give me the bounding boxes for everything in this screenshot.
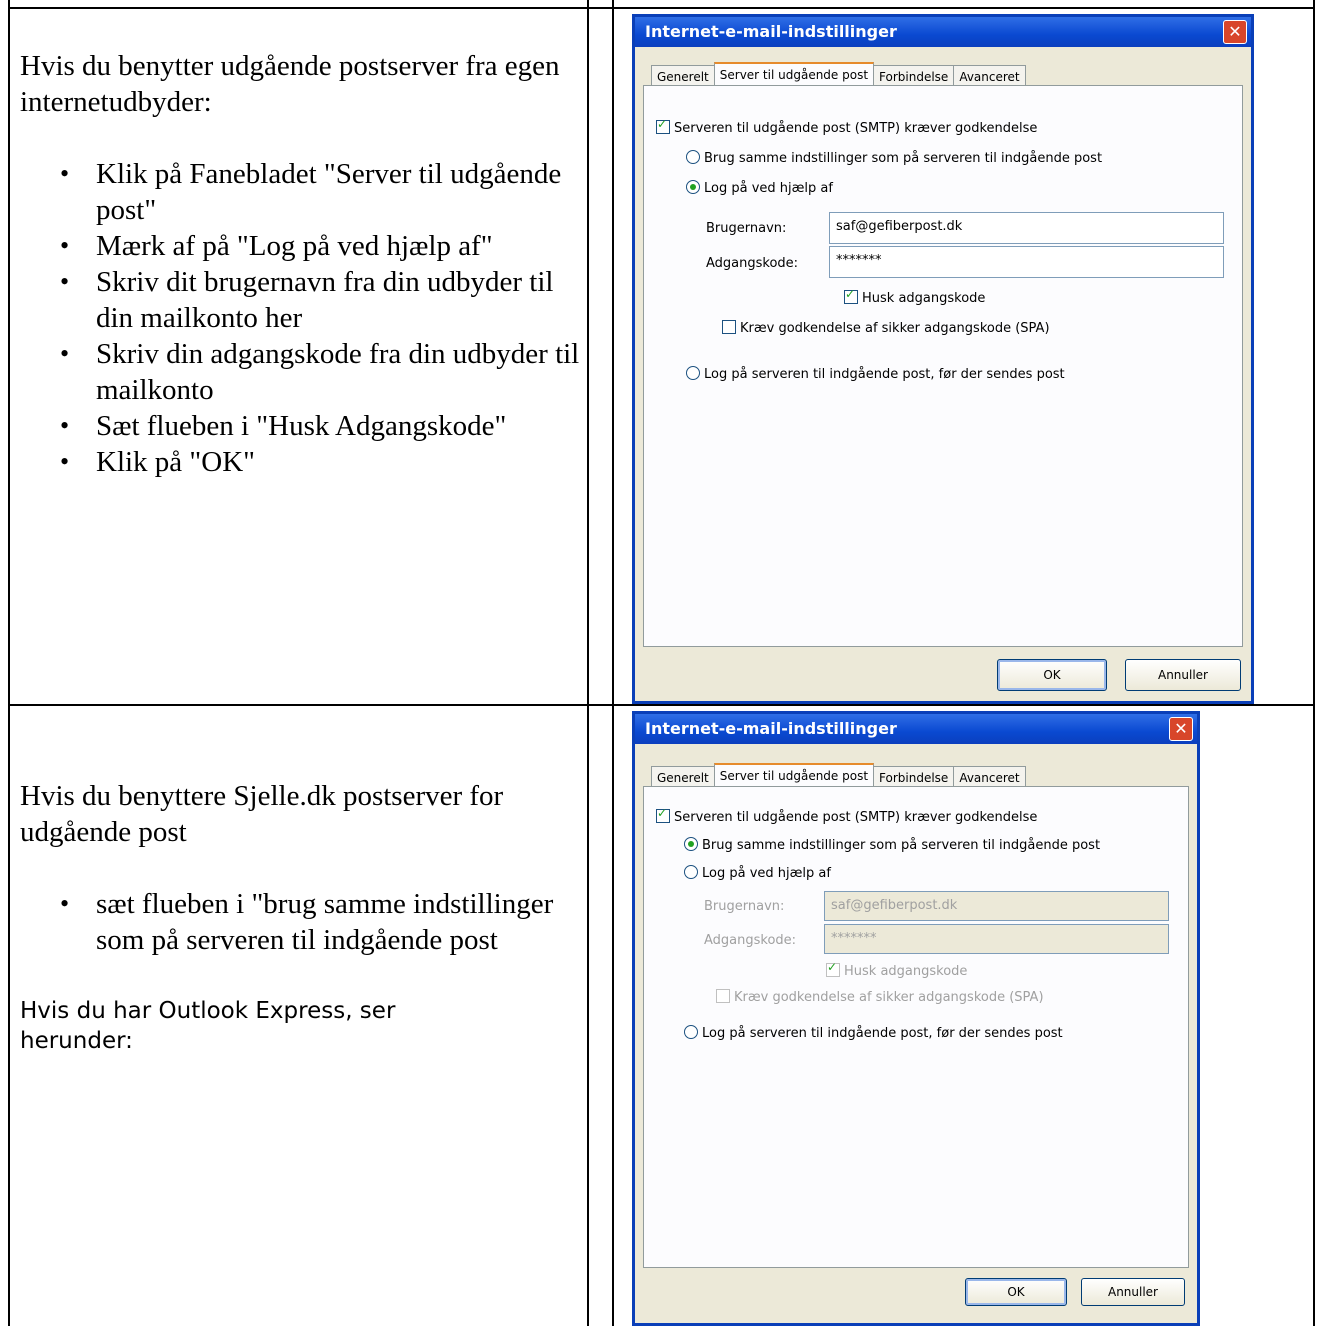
radio-icon: [686, 180, 700, 194]
username-label: Brugernavn:: [704, 899, 785, 914]
password-field[interactable]: *******: [829, 246, 1224, 278]
instructions-sjelle-server: Hvis du benyttere Sjelle.dk postserver f…: [20, 778, 580, 1056]
checkbox-label: Husk adgangskode: [862, 291, 986, 306]
list-item: Skriv din adgangskode fra din udbyder ti…: [20, 336, 580, 408]
radio-icon: [686, 150, 700, 164]
username-field: saf@gefiberpost.dk: [824, 891, 1169, 921]
radio-icon: [684, 837, 698, 851]
checkbox-icon: [716, 989, 730, 1003]
list-item: sæt flueben i "brug samme indstillinger …: [20, 886, 580, 958]
settings-dialog-1: Internet-e-mail-indstillinger ✕ Generelt…: [632, 14, 1254, 704]
intro-text: Hvis du benyttere Sjelle.dk postserver f…: [20, 780, 504, 848]
checkbox-icon: [844, 287, 858, 304]
cancel-button[interactable]: Annuller: [1081, 1278, 1185, 1306]
password-label: Adgangskode:: [706, 256, 799, 271]
outlook-express-note: Hvis du har Outlook Express, ser herunde…: [20, 998, 396, 1054]
checkbox-label: Kræv godkendelse af sikker adgangskode (…: [740, 321, 1050, 336]
spa-checkbox[interactable]: Kræv godkendelse af sikker adgangskode (…: [722, 320, 1050, 336]
remember-password-checkbox: Husk adgangskode: [826, 960, 968, 979]
checkbox-icon: [826, 960, 840, 977]
radio-label: Log på serveren til indgående post, før …: [702, 1026, 1063, 1041]
radio-icon: [684, 1025, 698, 1039]
same-settings-radio[interactable]: Brug samme indstillinger som på serveren…: [686, 150, 1102, 166]
radio-label: Log på ved hjælp af: [702, 866, 831, 881]
tab-bar: Generelt Server til udgående post Forbinde…: [651, 61, 1026, 89]
settings-dialog-2: Internet-e-mail-indstillinger ✕ Generelt…: [632, 711, 1200, 1326]
checkbox-icon: [656, 117, 670, 134]
radio-icon: [684, 865, 698, 879]
list-item: Klik på "OK": [20, 444, 580, 480]
checkbox-label: Serveren til udgående post (SMTP) kræver…: [674, 121, 1038, 136]
list-item: Klik på Fanebladet "Server til udgående …: [20, 156, 580, 228]
close-icon[interactable]: ✕: [1169, 717, 1193, 741]
logon-using-radio[interactable]: Log på ved hjælp af: [686, 180, 833, 196]
radio-label: Log på ved hjælp af: [704, 181, 833, 196]
spa-checkbox: Kræv godkendelse af sikker adgangskode (…: [716, 989, 1044, 1005]
ok-button[interactable]: OK: [965, 1278, 1067, 1306]
logon-using-radio[interactable]: Log på ved hjælp af: [684, 865, 831, 881]
checkbox-label: Kræv godkendelse af sikker adgangskode (…: [734, 990, 1044, 1005]
checkbox-label: Serveren til udgående post (SMTP) kræver…: [674, 810, 1038, 825]
intro-text: Hvis du benytter udgående postserver fra…: [20, 50, 560, 118]
list-item: Mærk af på "Log på ved hjælp af": [20, 228, 580, 264]
ok-button[interactable]: OK: [997, 659, 1107, 691]
list-item: Sæt flueben i "Husk Adgangskode": [20, 408, 580, 444]
password-field: *******: [824, 924, 1169, 954]
dialog-title: Internet-e-mail-indstillinger: [635, 714, 1197, 744]
dialog-title: Internet-e-mail-indstillinger: [635, 17, 1251, 47]
remember-password-checkbox[interactable]: Husk adgangskode: [844, 287, 986, 306]
username-label: Brugernavn:: [706, 221, 787, 236]
log-before-send-radio[interactable]: Log på serveren til indgående post, før …: [686, 366, 1065, 382]
close-icon[interactable]: ✕: [1223, 20, 1247, 44]
username-field[interactable]: saf@gefiberpost.dk: [829, 212, 1224, 244]
radio-label: Brug samme indstillinger som på serveren…: [704, 151, 1103, 166]
list-item: Skriv dit brugernavn fra din udbyder til…: [20, 264, 580, 336]
steps-list: sæt flueben i "brug samme indstillinger …: [20, 886, 580, 958]
checkbox-icon: [656, 806, 670, 823]
radio-label: Log på serveren til indgående post, før …: [704, 367, 1065, 382]
cancel-button[interactable]: Annuller: [1125, 659, 1241, 691]
checkbox-label: Husk adgangskode: [844, 964, 968, 979]
tab-panel: Serveren til udgående post (SMTP) kræver…: [643, 786, 1189, 1268]
same-settings-radio[interactable]: Brug samme indstillinger som på serveren…: [684, 837, 1100, 853]
steps-list: Klik på Fanebladet "Server til udgående …: [20, 156, 580, 480]
instructions-own-isp: Hvis du benytter udgående postserver fra…: [20, 48, 580, 480]
password-label: Adgangskode:: [704, 933, 797, 948]
smtp-auth-checkbox[interactable]: Serveren til udgående post (SMTP) kræver…: [656, 806, 1038, 825]
checkbox-icon: [722, 320, 736, 334]
log-before-send-radio[interactable]: Log på serveren til indgående post, før …: [684, 1025, 1063, 1041]
smtp-auth-checkbox[interactable]: Serveren til udgående post (SMTP) kræver…: [656, 117, 1038, 136]
tab-bar: Generelt Server til udgående post Forbinde…: [651, 762, 1026, 790]
radio-label: Brug samme indstillinger som på serveren…: [702, 838, 1101, 853]
radio-icon: [686, 366, 700, 380]
tab-panel: Serveren til udgående post (SMTP) kræver…: [643, 85, 1243, 647]
